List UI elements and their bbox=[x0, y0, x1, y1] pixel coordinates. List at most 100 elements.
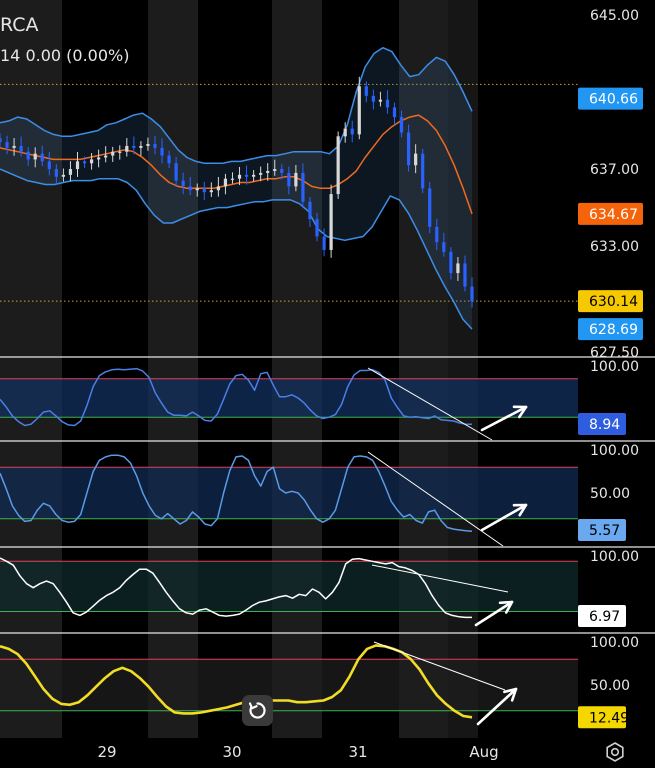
price-tag-label: 634.67 bbox=[589, 207, 638, 223]
candle bbox=[139, 145, 143, 148]
candle bbox=[104, 155, 108, 158]
price-tag-label: 640.66 bbox=[589, 92, 638, 108]
candle bbox=[456, 263, 460, 274]
candle bbox=[470, 286, 474, 302]
trading-chart[interactable]: 645.00637.00633.00627.50640.66634.67630.… bbox=[0, 0, 655, 768]
candle bbox=[336, 136, 340, 195]
candle bbox=[371, 95, 375, 102]
candle bbox=[68, 169, 73, 175]
candle bbox=[167, 155, 171, 164]
price-axis-label: 637.00 bbox=[590, 162, 639, 178]
candle bbox=[421, 153, 425, 189]
candle bbox=[0, 138, 2, 143]
candle bbox=[54, 169, 58, 177]
candle bbox=[202, 188, 206, 193]
candle bbox=[357, 86, 361, 135]
candle bbox=[442, 242, 446, 252]
oscillator-axis-label: 50.00 bbox=[590, 486, 630, 502]
candle bbox=[174, 163, 178, 181]
candle bbox=[146, 144, 150, 146]
oscillator-axis-label: 50.00 bbox=[590, 678, 630, 694]
candle bbox=[5, 142, 9, 148]
candle bbox=[89, 159, 94, 164]
candle bbox=[97, 157, 101, 160]
candle bbox=[216, 186, 220, 191]
session-band bbox=[0, 0, 62, 738]
candle bbox=[414, 153, 418, 166]
oscillator-axis-label: 100.00 bbox=[590, 549, 639, 565]
candle bbox=[294, 172, 298, 187]
candle bbox=[343, 128, 347, 137]
symbol-label[interactable]: RCA bbox=[0, 14, 39, 36]
oscillator-axis-label: 100.00 bbox=[590, 443, 639, 459]
candle bbox=[195, 188, 199, 191]
candle bbox=[230, 178, 235, 180]
candle bbox=[33, 153, 37, 160]
candle bbox=[244, 174, 249, 177]
candle bbox=[209, 190, 213, 193]
candle bbox=[223, 178, 228, 187]
reset-icon bbox=[248, 702, 266, 719]
oscillator-band-fill bbox=[0, 561, 578, 612]
candle bbox=[252, 174, 256, 177]
session-band bbox=[272, 0, 322, 738]
time-axis-label: 31 bbox=[348, 743, 367, 761]
time-axis-label: 29 bbox=[97, 743, 116, 761]
price-axis-label: 633.00 bbox=[590, 239, 639, 255]
candle bbox=[350, 128, 354, 135]
candle bbox=[19, 145, 23, 152]
price-tag-label: 630.14 bbox=[589, 294, 638, 310]
time-axis-label: 30 bbox=[222, 743, 241, 761]
reset-chart-button[interactable] bbox=[242, 695, 273, 726]
candle bbox=[132, 145, 136, 148]
oscillator-axis-label: 100.00 bbox=[590, 635, 639, 651]
candle bbox=[125, 145, 129, 152]
candle bbox=[266, 170, 270, 173]
candle bbox=[406, 132, 411, 166]
settings-gear-icon[interactable] bbox=[603, 740, 627, 764]
candle bbox=[435, 226, 439, 243]
candle bbox=[308, 201, 312, 220]
candle bbox=[237, 174, 242, 179]
candle bbox=[428, 188, 432, 227]
price-tag-label: 628.69 bbox=[589, 322, 638, 338]
candle bbox=[301, 172, 305, 202]
session-band bbox=[148, 0, 198, 738]
candle bbox=[153, 144, 157, 148]
candle bbox=[315, 219, 319, 237]
candle bbox=[463, 263, 467, 287]
candle bbox=[111, 151, 115, 156]
candle bbox=[329, 194, 333, 250]
oscillator-axis-label: 100.00 bbox=[590, 359, 639, 375]
price-change-label: 14 0.00 (0.00%) bbox=[0, 46, 130, 65]
oscillator-value-label: 6.97 bbox=[589, 609, 620, 625]
candle bbox=[118, 151, 122, 153]
candle bbox=[399, 117, 404, 133]
candle bbox=[259, 172, 263, 175]
candle bbox=[364, 86, 368, 96]
oscillator-value-label: 8.94 bbox=[589, 417, 620, 433]
candle bbox=[61, 174, 66, 177]
oscillator-value-label: 12.49 bbox=[589, 710, 629, 726]
candle bbox=[82, 161, 87, 164]
oscillator-value-label: 5.57 bbox=[589, 523, 620, 539]
candle bbox=[449, 251, 453, 274]
candle bbox=[392, 107, 397, 118]
oscillator-band-fill bbox=[0, 378, 578, 418]
candle bbox=[160, 147, 164, 156]
candle bbox=[75, 161, 80, 170]
candle bbox=[385, 99, 390, 108]
price-axis-label: 645.00 bbox=[590, 8, 639, 24]
candle bbox=[12, 145, 16, 148]
candle bbox=[378, 99, 383, 102]
time-axis-label: Aug bbox=[469, 743, 498, 761]
candle bbox=[181, 180, 185, 187]
candle bbox=[47, 161, 51, 170]
candle bbox=[280, 169, 284, 173]
candle bbox=[40, 153, 44, 162]
candle bbox=[322, 236, 326, 250]
candle bbox=[273, 169, 277, 171]
candle bbox=[26, 151, 30, 160]
candle bbox=[287, 172, 291, 187]
candle bbox=[188, 186, 192, 191]
